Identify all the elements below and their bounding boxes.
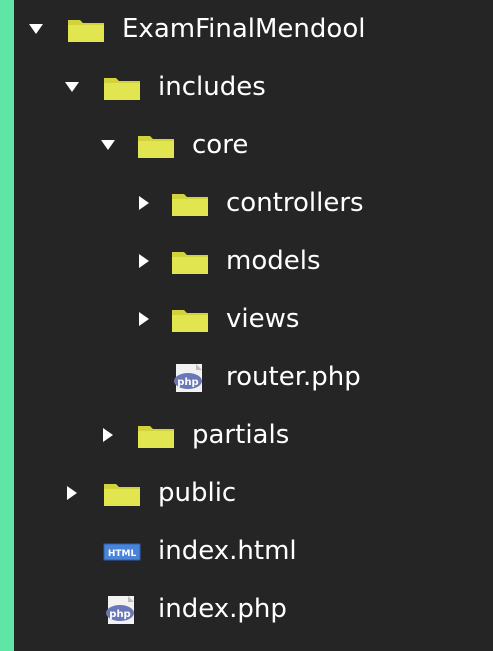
tree-item-label: index.html (158, 536, 297, 566)
tree-item-includes[interactable]: includes (14, 58, 493, 116)
php-file-icon: php (102, 596, 142, 624)
file-tree: ExamFinalMendool includes core controlle… (14, 0, 493, 651)
php-file-icon: php (170, 364, 210, 392)
tree-item-label: models (226, 246, 321, 276)
svg-text:php: php (177, 377, 198, 388)
triangle-right-icon[interactable] (98, 425, 118, 445)
tree-item-label: views (226, 304, 300, 334)
triangle-down-icon[interactable] (62, 77, 82, 97)
triangle-down-icon[interactable] (26, 19, 46, 39)
folder-icon (170, 248, 210, 276)
triangle-down-icon[interactable] (98, 135, 118, 155)
tree-item-index-php[interactable]: php index.php (14, 580, 493, 638)
tree-item-router-php[interactable]: php router.php (14, 348, 493, 406)
tree-item-label: public (158, 478, 237, 508)
html-file-icon: HTML (102, 538, 142, 566)
tree-item-examfinalmendool[interactable]: ExamFinalMendool (14, 0, 493, 58)
tree-item-core[interactable]: core (14, 116, 493, 174)
file-explorer-panel: ExamFinalMendool includes core controlle… (14, 0, 493, 651)
svg-text:php: php (109, 609, 130, 620)
folder-icon (170, 306, 210, 334)
folder-icon (102, 480, 142, 508)
tree-item-label: index.php (158, 594, 287, 624)
folder-icon (136, 132, 176, 160)
tree-item-label: core (192, 130, 249, 160)
tree-item-label: controllers (226, 188, 364, 218)
tree-item-models[interactable]: models (14, 232, 493, 290)
tree-item-label: includes (158, 72, 266, 102)
tree-item-controllers[interactable]: controllers (14, 174, 493, 232)
triangle-right-icon[interactable] (134, 193, 154, 213)
svg-text:HTML: HTML (108, 549, 137, 559)
triangle-right-icon[interactable] (62, 483, 82, 503)
tree-item-index-html[interactable]: HTML index.html (14, 522, 493, 580)
tree-item-label: partials (192, 420, 290, 450)
tree-item-label: router.php (226, 362, 361, 392)
folder-icon (136, 422, 176, 450)
tree-item-public[interactable]: public (14, 464, 493, 522)
folder-icon (66, 16, 106, 44)
triangle-right-icon[interactable] (134, 309, 154, 329)
tree-item-partials[interactable]: partials (14, 406, 493, 464)
triangle-right-icon[interactable] (134, 251, 154, 271)
folder-icon (102, 74, 142, 102)
tree-item-label: ExamFinalMendool (122, 14, 366, 44)
tree-item-views[interactable]: views (14, 290, 493, 348)
folder-icon (170, 190, 210, 218)
